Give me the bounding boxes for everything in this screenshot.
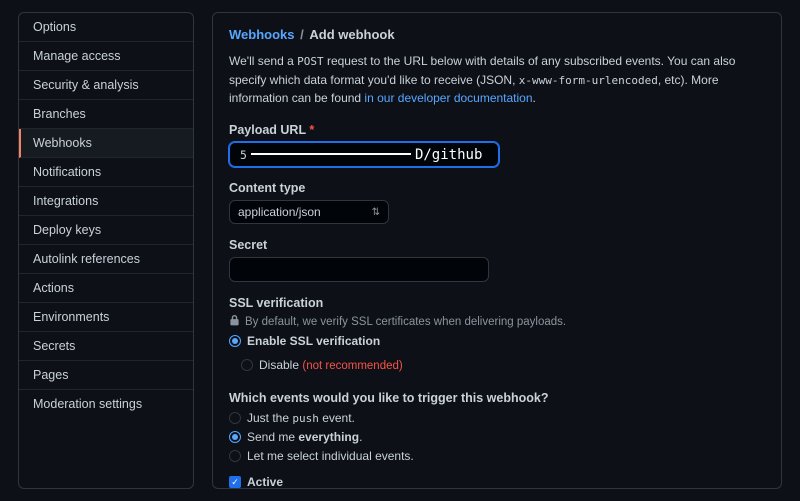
active-checkbox-row[interactable]: ✓ Active	[229, 475, 765, 489]
event-option-individual[interactable]: Let me select individual events.	[229, 449, 765, 463]
main-panel: Webhooks / Add webhook We'll send a POST…	[212, 12, 782, 489]
ssl-verification-field: SSL verification By default, we verify S…	[229, 296, 765, 377]
checkbox-icon: ✓	[229, 476, 241, 488]
url-obscured-segment	[251, 153, 411, 155]
event-option-push[interactable]: Just the push event.	[229, 411, 765, 425]
sidebar-item-webhooks[interactable]: Webhooks	[19, 129, 193, 158]
ssl-disable-option[interactable]: Disable (not recommended)	[241, 358, 403, 372]
required-indicator: *	[309, 123, 314, 137]
sidebar-item-security-analysis[interactable]: Security & analysis	[19, 71, 193, 100]
payload-url-label: Payload URL *	[229, 123, 765, 137]
radio-icon	[229, 412, 241, 424]
radio-icon	[241, 359, 253, 371]
sidebar-item-secrets[interactable]: Secrets	[19, 332, 193, 361]
secret-label: Secret	[229, 238, 765, 252]
payload-url-field: Payload URL * 5 D/github	[229, 123, 765, 167]
radio-icon	[229, 431, 241, 443]
content-type-select[interactable]: application/json ⇅	[229, 200, 389, 224]
sidebar-item-manage-access[interactable]: Manage access	[19, 42, 193, 71]
radio-icon	[229, 450, 241, 462]
description-text: We'll send a POST request to the URL bel…	[229, 52, 765, 107]
sidebar-item-autolink-references[interactable]: Autolink references	[19, 245, 193, 274]
ssl-enable-option[interactable]: Enable SSL verification	[229, 334, 765, 348]
settings-sidebar: OptionsManage accessSecurity & analysisB…	[18, 12, 194, 489]
sidebar-item-pages[interactable]: Pages	[19, 361, 193, 390]
content-type-label: Content type	[229, 181, 765, 195]
breadcrumb-separator: /	[300, 27, 307, 42]
breadcrumb-current: Add webhook	[309, 27, 394, 42]
breadcrumb: Webhooks / Add webhook	[229, 27, 765, 42]
lock-icon	[229, 315, 240, 329]
sidebar-item-branches[interactable]: Branches	[19, 100, 193, 129]
sidebar-item-integrations[interactable]: Integrations	[19, 187, 193, 216]
chevron-updown-icon: ⇅	[372, 207, 380, 218]
breadcrumb-parent-link[interactable]: Webhooks	[229, 27, 295, 42]
payload-url-input[interactable]: 5 D/github	[229, 142, 499, 167]
radio-icon	[229, 335, 241, 347]
event-option-everything[interactable]: Send me everything.	[229, 430, 765, 444]
sidebar-item-actions[interactable]: Actions	[19, 274, 193, 303]
sidebar-item-options[interactable]: Options	[19, 13, 193, 42]
sidebar-item-notifications[interactable]: Notifications	[19, 158, 193, 187]
events-heading: Which events would you like to trigger t…	[229, 391, 765, 405]
sidebar-item-deploy-keys[interactable]: Deploy keys	[19, 216, 193, 245]
ssl-heading: SSL verification	[229, 296, 765, 310]
secret-field: Secret	[229, 238, 765, 282]
ssl-note: By default, we verify SSL certificates w…	[229, 315, 765, 329]
secret-input[interactable]	[229, 257, 489, 282]
sidebar-item-moderation-settings[interactable]: Moderation settings	[19, 390, 193, 418]
content-type-field: Content type application/json ⇅	[229, 181, 765, 224]
sidebar-item-environments[interactable]: Environments	[19, 303, 193, 332]
developer-docs-link[interactable]: in our developer documentation	[364, 91, 532, 105]
